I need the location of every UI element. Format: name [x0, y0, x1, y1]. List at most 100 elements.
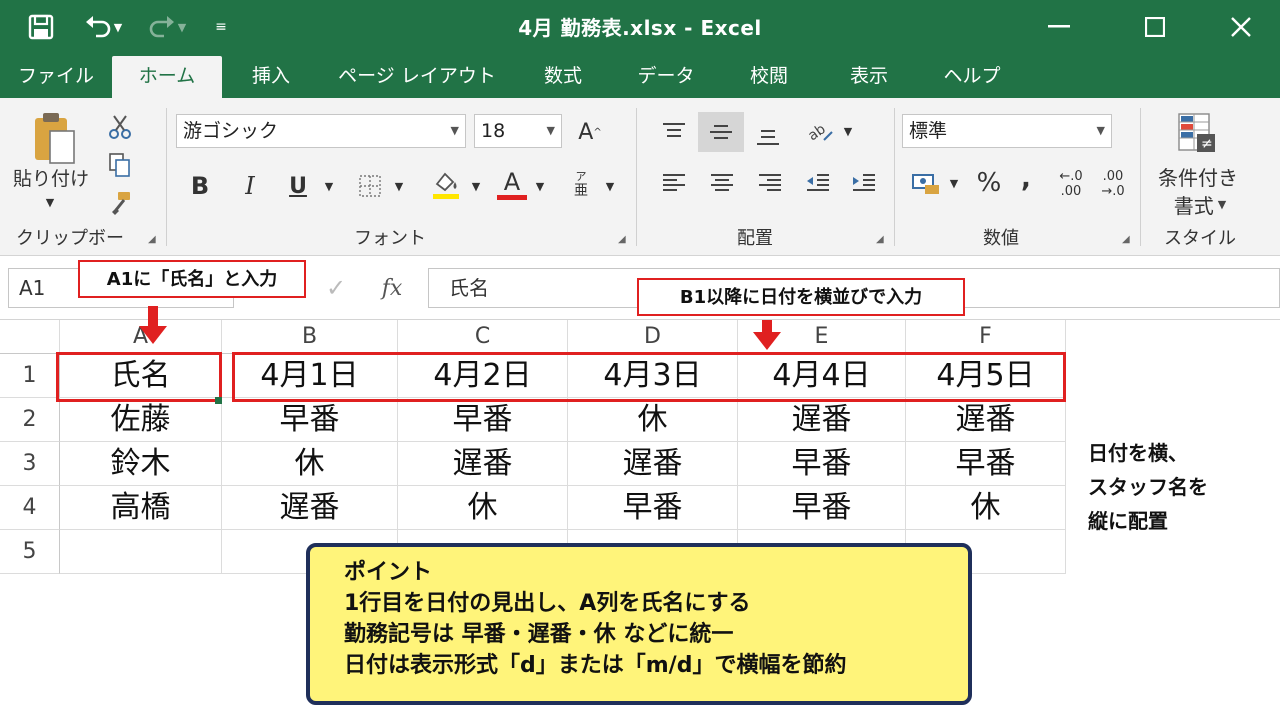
- cell-e2[interactable]: 遅番: [738, 398, 906, 442]
- increase-indent-icon[interactable]: [844, 164, 884, 202]
- align-right-icon[interactable]: [750, 164, 790, 202]
- tab-view[interactable]: 表示: [832, 56, 906, 98]
- select-all-corner[interactable]: [0, 320, 60, 354]
- fill-color-dropdown-icon[interactable]: ▼: [466, 168, 486, 204]
- phonetic-guide-icon[interactable]: ア亜: [566, 164, 596, 204]
- orientation-icon[interactable]: ab: [802, 112, 838, 150]
- increase-decimal-button[interactable]: ←.0 .00: [1048, 164, 1094, 204]
- tab-formulas[interactable]: 数式: [526, 56, 600, 98]
- font-color-swatch: [497, 194, 527, 200]
- column-header-f[interactable]: F: [906, 320, 1066, 354]
- row-header-1[interactable]: 1: [0, 354, 60, 398]
- cell-d4[interactable]: 早番: [568, 486, 738, 530]
- cell-e4[interactable]: 早番: [738, 486, 906, 530]
- cell-f2[interactable]: 遅番: [906, 398, 1066, 442]
- arrow-down-icon: [139, 326, 167, 344]
- minimize-icon[interactable]: [1036, 8, 1082, 46]
- conditional-formatting-icon[interactable]: ≠: [1170, 110, 1224, 158]
- cut-icon[interactable]: [104, 112, 136, 142]
- row-header-5[interactable]: 5: [0, 530, 60, 574]
- cell-d2[interactable]: 休: [568, 398, 738, 442]
- cell-f3[interactable]: 早番: [906, 442, 1066, 486]
- row-header-2[interactable]: 2: [0, 398, 60, 442]
- increase-decimal-bottom: .00: [1060, 184, 1082, 199]
- cell-b2[interactable]: 早番: [222, 398, 398, 442]
- conditional-formatting-label: 書式: [1173, 193, 1214, 218]
- enter-icon[interactable]: ✓: [318, 270, 354, 306]
- underline-button[interactable]: U: [280, 168, 316, 204]
- number-launcher-icon[interactable]: ◢: [1122, 234, 1130, 245]
- accounting-dropdown-icon[interactable]: ▼: [944, 164, 964, 202]
- arrow-a1-stem: [148, 306, 158, 328]
- divider: [636, 108, 637, 246]
- row-header-4[interactable]: 4: [0, 486, 60, 530]
- copy-icon[interactable]: [104, 150, 136, 180]
- font-color-dropdown-icon[interactable]: ▼: [530, 168, 550, 204]
- cell-e3[interactable]: 早番: [738, 442, 906, 486]
- align-middle-icon[interactable]: [698, 112, 744, 152]
- cell-a3[interactable]: 鈴木: [60, 442, 222, 486]
- close-icon[interactable]: [1218, 8, 1264, 46]
- underline-dropdown-icon[interactable]: ▼: [318, 168, 340, 204]
- tab-file[interactable]: ファイル: [8, 56, 104, 98]
- column-header-b[interactable]: B: [222, 320, 398, 354]
- conditional-formatting-line2[interactable]: 書式 ▼: [1160, 190, 1240, 218]
- column-header-c[interactable]: C: [398, 320, 568, 354]
- number-format-select[interactable]: 標準 ▼: [902, 114, 1112, 148]
- tab-page-layout[interactable]: ページ レイアウト: [332, 56, 502, 98]
- side-note-line: スタッフ名を: [1088, 475, 1208, 499]
- tab-help[interactable]: ヘルプ: [930, 56, 1014, 98]
- cell-c4[interactable]: 休: [398, 486, 568, 530]
- clipboard-launcher-icon[interactable]: ◢: [148, 234, 156, 245]
- fill-color-icon[interactable]: [426, 164, 466, 204]
- accounting-format-icon[interactable]: [906, 164, 946, 202]
- cell-c2[interactable]: 早番: [398, 398, 568, 442]
- cell-b4[interactable]: 遅番: [222, 486, 398, 530]
- font-name-select[interactable]: 游ゴシック ▼: [176, 114, 466, 148]
- percent-style-button[interactable]: %: [970, 164, 1008, 202]
- conditional-formatting-button[interactable]: 条件付き: [1146, 162, 1250, 190]
- cell-a4[interactable]: 高橋: [60, 486, 222, 530]
- ribbon: 貼り付け ▼ クリップボード ◢ 游ゴシック▼ 18▼ A^ B I U ▼ ▼…: [0, 98, 1280, 275]
- align-top-icon[interactable]: [654, 112, 694, 150]
- divider: [166, 108, 167, 246]
- phonetic-dropdown-icon[interactable]: ▼: [600, 168, 620, 204]
- comma-style-button[interactable]: ,: [1012, 160, 1040, 198]
- align-center-icon[interactable]: [702, 164, 742, 202]
- alignment-launcher-icon[interactable]: ◢: [876, 234, 884, 245]
- font-color-button[interactable]: A: [492, 164, 532, 204]
- paste-icon[interactable]: [28, 110, 82, 166]
- tab-insert[interactable]: 挿入: [234, 56, 308, 98]
- italic-button[interactable]: I: [232, 168, 268, 204]
- paste-dropdown-icon[interactable]: ▼: [30, 192, 70, 212]
- borders-dropdown-icon[interactable]: ▼: [388, 168, 410, 204]
- tab-review[interactable]: 校閲: [732, 56, 806, 98]
- decrease-decimal-button[interactable]: .00 →.0: [1090, 164, 1136, 204]
- align-left-icon[interactable]: [654, 164, 694, 202]
- format-painter-icon[interactable]: [104, 188, 136, 218]
- font-launcher-icon[interactable]: ◢: [618, 234, 626, 245]
- tab-home[interactable]: ホーム: [112, 56, 222, 98]
- decrease-indent-icon[interactable]: [798, 164, 838, 202]
- column-header-d[interactable]: D: [568, 320, 738, 354]
- orientation-dropdown-icon[interactable]: ▼: [838, 112, 858, 150]
- fill-handle[interactable]: [215, 397, 222, 404]
- bold-button[interactable]: B: [182, 168, 218, 204]
- cell-b3[interactable]: 休: [222, 442, 398, 486]
- font-size-select[interactable]: 18 ▼: [474, 114, 562, 148]
- cell-d3[interactable]: 遅番: [568, 442, 738, 486]
- document-title: 4月 勤務表.xlsx - Excel: [518, 16, 762, 40]
- align-bottom-icon[interactable]: [748, 118, 788, 156]
- insert-function-button[interactable]: fx: [372, 270, 412, 306]
- cell-f4[interactable]: 休: [906, 486, 1066, 530]
- cell-a2[interactable]: 佐藤: [60, 398, 222, 442]
- borders-icon[interactable]: [352, 168, 388, 204]
- cell-a5[interactable]: [60, 530, 222, 574]
- cell-c3[interactable]: 遅番: [398, 442, 568, 486]
- row-header-3[interactable]: 3: [0, 442, 60, 486]
- increase-font-size-icon[interactable]: A ^: [572, 114, 608, 150]
- styles-group-label: スタイル: [1164, 228, 1236, 249]
- tab-data[interactable]: データ: [624, 56, 708, 98]
- maximize-icon[interactable]: [1132, 8, 1178, 46]
- paste-button[interactable]: 貼り付け: [6, 162, 96, 192]
